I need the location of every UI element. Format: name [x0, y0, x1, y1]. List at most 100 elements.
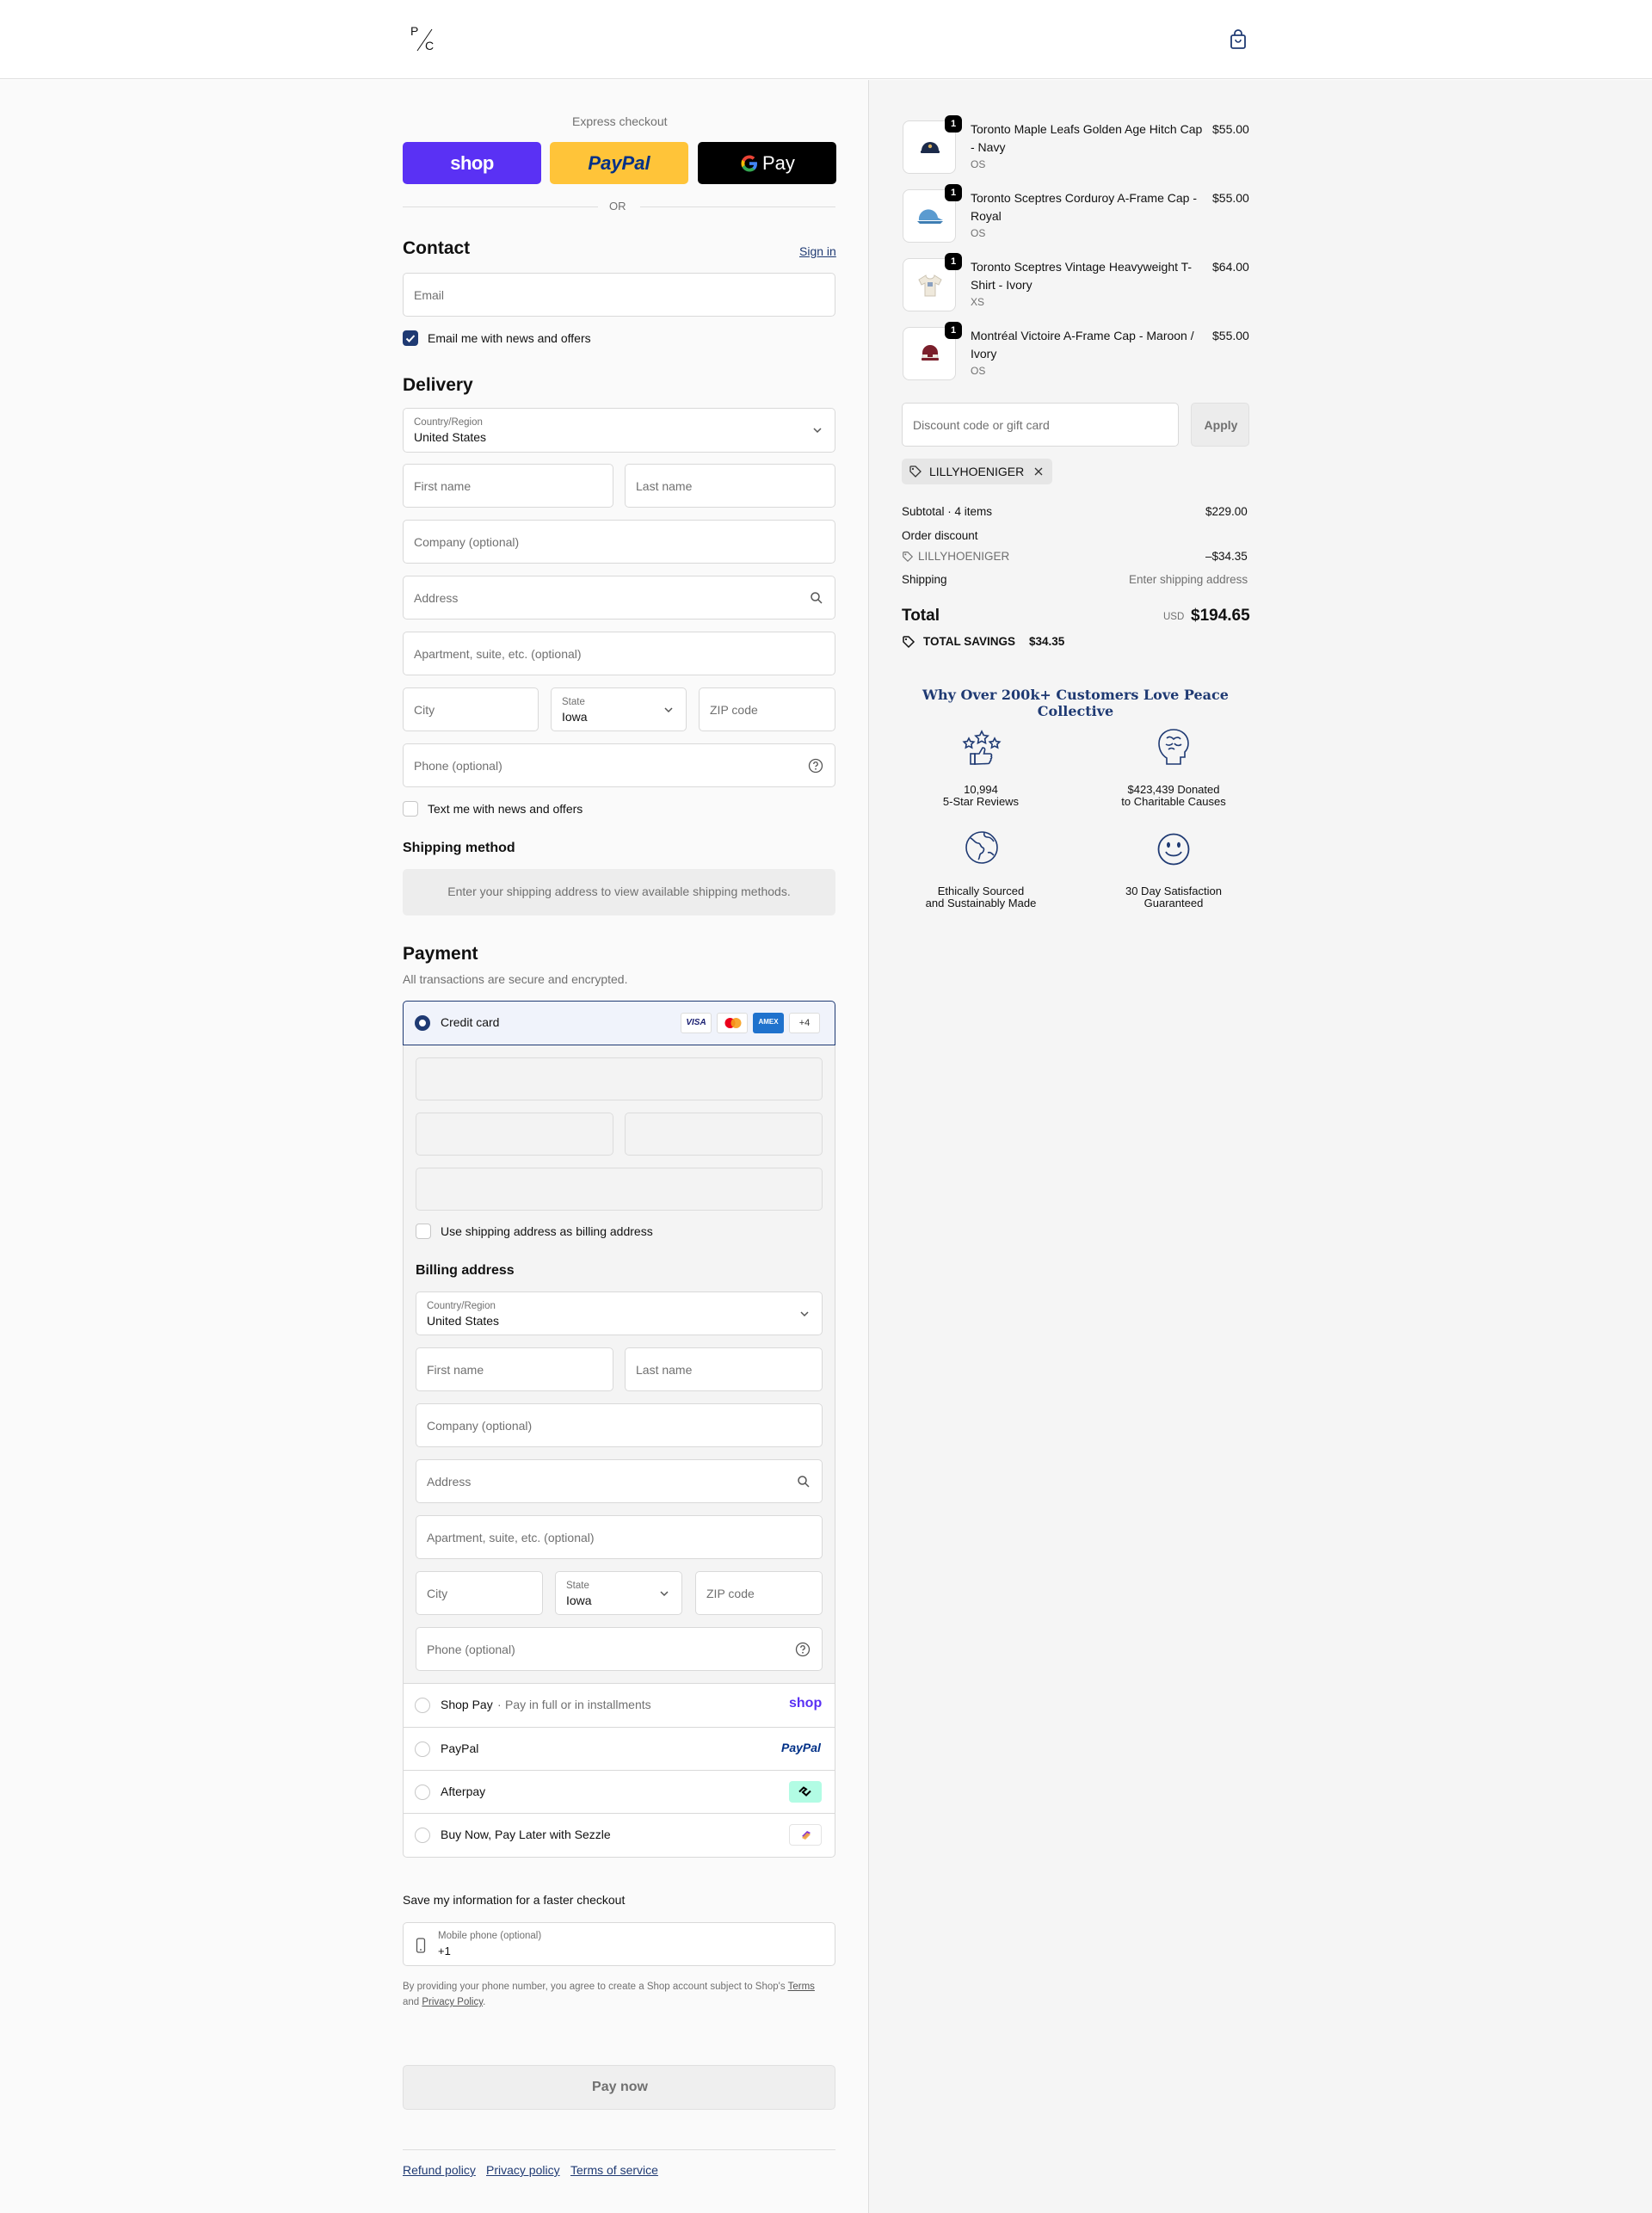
payment-heading: Payment [403, 944, 478, 964]
first-name-field[interactable]: First name [403, 464, 613, 508]
quantity-badge: 1 [945, 322, 962, 339]
help-circle-icon[interactable] [795, 1642, 811, 1657]
afterpay-option[interactable]: Afterpay [403, 1770, 835, 1813]
billing-address-heading: Billing address [416, 1263, 515, 1278]
billing-city-field[interactable]: City [416, 1571, 543, 1615]
order-summary-pane [868, 80, 1652, 2213]
item-name: Montréal Victoire A-Frame Cap - Maroon / [971, 329, 1194, 342]
benefits-heading: Why Over 200k+ Customers Love Peace Coll… [922, 687, 1229, 719]
sms-news-checkbox[interactable] [403, 801, 418, 817]
header: P C [0, 0, 1652, 79]
total-label: Total [902, 607, 940, 625]
discount-code-field[interactable]: Discount code or gift card [902, 403, 1179, 447]
zip-field[interactable]: ZIP code [699, 687, 835, 731]
google-g-icon [741, 155, 757, 172]
benefit-donations: $423,439 Donated to Charitable Causes [1121, 783, 1226, 808]
shipping-method-notice: Enter your shipping address to view avai… [403, 869, 835, 915]
sign-in-link[interactable]: Sign in [799, 244, 836, 258]
apartment-field[interactable]: Apartment, suite, etc. (optional) [403, 632, 835, 675]
billing-apartment-field[interactable]: Apartment, suite, etc. (optional) [416, 1515, 823, 1559]
shop-pay-radio[interactable] [415, 1698, 430, 1713]
subtotal-label: Subtotal · 4 items [902, 505, 993, 518]
stars-thumb-icon [962, 730, 1002, 765]
billing-state-select[interactable]: State Iowa [555, 1571, 682, 1615]
billing-last-name-field[interactable]: Last name [625, 1347, 823, 1391]
sezzle-radio[interactable] [415, 1828, 430, 1843]
checkmark-icon [405, 335, 416, 342]
help-circle-icon[interactable] [808, 758, 823, 774]
item-price: $64.00 [1212, 260, 1249, 274]
city-field[interactable]: City [403, 687, 539, 731]
cap-image [917, 209, 943, 224]
cap-image [922, 345, 939, 361]
billing-first-name-field[interactable]: First name [416, 1347, 613, 1391]
item-variant: OS [971, 365, 986, 377]
billing-company-field[interactable]: Company (optional) [416, 1403, 823, 1447]
shop-pay-button[interactable]: shop [403, 142, 541, 184]
globe-icon [965, 831, 998, 864]
address-field[interactable]: Address [403, 576, 835, 620]
sms-news-label: Text me with news and offers [428, 802, 583, 816]
last-name-field[interactable]: Last name [625, 464, 835, 508]
terms-link[interactable]: Terms [788, 1982, 815, 1992]
card-number-field[interactable] [416, 1057, 823, 1100]
sezzle-logo [789, 1824, 822, 1846]
billing-zip-field[interactable]: ZIP code [695, 1571, 823, 1615]
card-expiry-field[interactable] [416, 1113, 613, 1156]
billing-country-select[interactable]: Country/Region United States [416, 1291, 823, 1335]
credit-card-option[interactable]: Credit card VISA AMEX +4 [403, 1001, 835, 1045]
save-info-title: Save my information for a faster checkou… [403, 1893, 626, 1907]
card-cvv-field[interactable] [625, 1113, 823, 1156]
benefit-reviews: 10,994 5-Star Reviews [942, 783, 1020, 808]
terms-of-service-link[interactable]: Terms of service [570, 2163, 658, 2177]
privacy-policy-link[interactable]: Privacy Policy [422, 1997, 483, 2007]
card-name-field[interactable] [416, 1168, 823, 1211]
total-value: $194.65 [1191, 607, 1250, 625]
shipping-method-heading: Shipping method [403, 841, 515, 855]
mobile-phone-icon [416, 1938, 426, 1953]
shipping-value: Enter shipping address [1129, 573, 1248, 586]
quantity-badge: 1 [945, 115, 962, 133]
brain-icon [1158, 729, 1189, 765]
company-field[interactable]: Company (optional) [403, 520, 835, 564]
footer-divider [403, 2149, 835, 2150]
brand-logo[interactable]: P C [410, 24, 438, 55]
email-field[interactable]: Email [403, 273, 835, 317]
smiley-icon [1157, 833, 1190, 866]
item-name: Toronto Sceptres Vintage Heavyweight T- [971, 260, 1193, 274]
sezzle-option[interactable]: Buy Now, Pay Later with Sezzle [403, 1813, 835, 1858]
paypal-logo: PayPal [781, 1741, 821, 1754]
privacy-policy-footer-link[interactable]: Privacy policy [486, 2163, 560, 2177]
discount-code-label: LILLYHOENIGER [918, 550, 1010, 563]
billing-same-checkbox[interactable] [416, 1224, 431, 1239]
pay-now-button[interactable]: Pay now [403, 2065, 835, 2110]
afterpay-radio[interactable] [415, 1785, 430, 1800]
mobile-phone-field[interactable]: Mobile phone (optional) +1 [403, 1922, 835, 1966]
apply-discount-button[interactable]: Apply [1191, 403, 1249, 447]
subtotal-value: $229.00 [1205, 505, 1248, 518]
phone-field[interactable]: Phone (optional) [403, 743, 835, 787]
afterpay-logo [789, 1781, 822, 1803]
paypal-button[interactable]: PayPal [550, 142, 688, 184]
credit-card-radio[interactable] [415, 1015, 430, 1031]
refund-policy-link[interactable]: Refund policy [403, 2163, 476, 2177]
shipping-label: Shipping [902, 573, 947, 586]
tag-icon [903, 552, 914, 563]
delivery-heading: Delivery [403, 375, 473, 395]
paypal-option[interactable]: PayPal PayPal [403, 1727, 835, 1770]
state-select[interactable]: State Iowa [551, 687, 687, 731]
item-name: Toronto Maple Leafs Golden Age Hitch Cap [971, 122, 1203, 136]
shop-pay-option[interactable]: Shop Pay · Pay in full or in installment… [403, 1683, 835, 1727]
google-pay-button[interactable]: Pay [698, 142, 836, 184]
billing-phone-field[interactable]: Phone (optional) [416, 1627, 823, 1671]
country-select[interactable]: Country/Region United States [403, 408, 835, 453]
close-icon[interactable] [1033, 466, 1044, 477]
item-price: $55.00 [1212, 329, 1249, 342]
billing-address-field[interactable]: Address [416, 1459, 823, 1503]
amex-icon: AMEX [753, 1013, 784, 1033]
total-savings-value: $34.35 [1029, 635, 1065, 648]
paypal-radio[interactable] [415, 1741, 430, 1757]
email-news-checkbox[interactable] [403, 330, 418, 346]
shopping-bag-icon[interactable] [1229, 29, 1248, 50]
applied-discount-chip: LILLYHOENIGER [902, 459, 1052, 484]
